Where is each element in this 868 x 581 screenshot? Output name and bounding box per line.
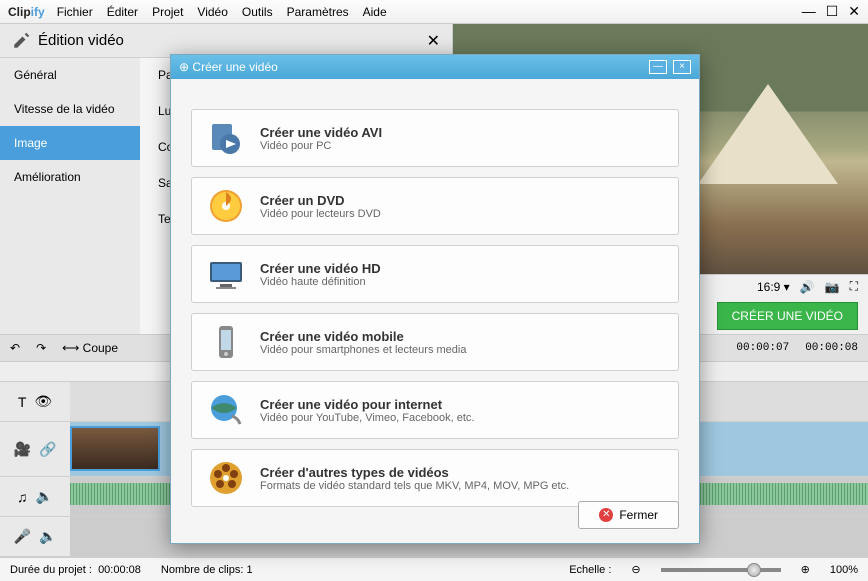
export-option-dvd[interactable]: Créer un DVDVidéo pour lecteurs DVD — [191, 177, 679, 235]
app-logo: Clipify — [8, 5, 45, 19]
edit-panel-close-icon[interactable]: ✕ — [427, 31, 440, 51]
hd-icon — [206, 254, 246, 294]
option-title: Créer un DVD — [260, 193, 381, 208]
menu-fichier[interactable]: Fichier — [57, 5, 93, 19]
preview-content — [698, 84, 838, 184]
reel-icon — [206, 458, 246, 498]
option-desc: Vidéo pour YouTube, Vimeo, Facebook, etc… — [260, 412, 474, 424]
window-close-icon[interactable]: ✕ — [848, 3, 860, 20]
undo-icon[interactable]: ↶ — [10, 341, 20, 355]
close-label: Fermer — [619, 508, 658, 522]
video-track-icon[interactable]: 🎥 — [14, 441, 31, 458]
video-clip[interactable] — [70, 426, 160, 471]
dialog-icon: ⊕ — [179, 60, 189, 74]
tab-amelioration[interactable]: Amélioration — [0, 160, 140, 194]
text-track-icon[interactable]: T — [18, 394, 27, 410]
zoom-percent: 100% — [830, 564, 858, 576]
fullscreen-icon[interactable]: ⛶ — [850, 279, 858, 294]
create-video-button[interactable]: CRÉER UNE VIDÉO — [717, 302, 858, 330]
option-title: Créer une vidéo HD — [260, 261, 381, 276]
export-option-hd[interactable]: Créer une vidéo HDVidéo haute définition — [191, 245, 679, 303]
visibility-icon[interactable]: 👁 — [34, 393, 52, 410]
menu-parametres[interactable]: Paramètres — [287, 5, 349, 19]
avi-icon — [206, 118, 246, 158]
menu-aide[interactable]: Aide — [363, 5, 387, 19]
option-desc: Vidéo haute définition — [260, 276, 381, 288]
snapshot-icon[interactable]: 📷 — [825, 280, 840, 294]
option-title: Créer une vidéo pour internet — [260, 397, 474, 412]
menu-video[interactable]: Vidéo — [197, 5, 227, 19]
option-title: Créer une vidéo AVI — [260, 125, 382, 140]
dvd-icon — [206, 186, 246, 226]
export-option-web[interactable]: Créer une vidéo pour internetVidéo pour … — [191, 381, 679, 439]
aspect-ratio-label[interactable]: 16:9 ▾ — [757, 280, 790, 294]
option-desc: Vidéo pour lecteurs DVD — [260, 208, 381, 220]
timecode-left: 00:00:07 — [736, 342, 789, 354]
option-title: Créer d'autres types de vidéos — [260, 465, 569, 480]
mobile-icon — [206, 322, 246, 362]
option-title: Créer une vidéo mobile — [260, 329, 466, 344]
link-icon[interactable]: 🔗 — [39, 441, 56, 458]
mute-icon[interactable]: 🔈 — [36, 488, 53, 505]
web-icon — [206, 390, 246, 430]
option-desc: Formats de vidéo standard tels que MKV, … — [260, 480, 569, 492]
dialog-minimize-icon[interactable]: — — [649, 60, 667, 74]
option-desc: Vidéo pour smartphones et lecteurs media — [260, 344, 466, 356]
window-minimize-icon[interactable]: — — [802, 3, 816, 20]
create-video-dialog: ⊕ Créer une vidéo — × Créer une vidéo AV… — [170, 54, 700, 544]
tab-image[interactable]: Image — [0, 126, 140, 160]
dialog-close-icon[interactable]: × — [673, 60, 691, 74]
export-option-mobile[interactable]: Créer une vidéo mobileVidéo pour smartph… — [191, 313, 679, 371]
mic-track-icon[interactable]: 🎤 — [14, 528, 31, 545]
dialog-close-button[interactable]: ✕ Fermer — [578, 501, 679, 529]
tab-vitesse[interactable]: Vitesse de la vidéo — [0, 92, 140, 126]
volume-icon[interactable]: 🔊 — [800, 280, 815, 294]
redo-icon[interactable]: ↷ — [36, 341, 46, 355]
option-desc: Vidéo pour PC — [260, 140, 382, 152]
cut-tool[interactable]: ⟷ Coupe — [62, 341, 118, 355]
menubar: Clipify Fichier Éditer Projet Vidéo Outi… — [0, 0, 868, 24]
edit-icon — [12, 32, 30, 50]
menu-editer[interactable]: Éditer — [107, 5, 138, 19]
menu-projet[interactable]: Projet — [152, 5, 183, 19]
scale-label: Echelle : — [569, 564, 611, 576]
tab-general[interactable]: Général — [0, 58, 140, 92]
close-circle-icon: ✕ — [599, 508, 613, 522]
window-maximize-icon[interactable]: ☐ — [826, 3, 839, 20]
music-track-icon[interactable]: ♫ — [17, 489, 28, 505]
menu-outils[interactable]: Outils — [242, 5, 273, 19]
edit-side-tabs: Général Vitesse de la vidéo Image Amélio… — [0, 58, 140, 334]
timecode-right: 00:00:08 — [805, 342, 858, 354]
dialog-title: Créer une vidéo — [192, 60, 649, 74]
export-option-avi[interactable]: Créer une vidéo AVIVidéo pour PC — [191, 109, 679, 167]
project-duration: Durée du projet : 00:00:08 — [10, 564, 141, 576]
clip-count: Nombre de clips: 1 — [161, 564, 253, 576]
export-option-reel[interactable]: Créer d'autres types de vidéosFormats de… — [191, 449, 679, 507]
zoom-slider[interactable] — [661, 568, 781, 572]
statusbar: Durée du projet : 00:00:08 Nombre de cli… — [0, 557, 868, 581]
dialog-titlebar[interactable]: ⊕ Créer une vidéo — × — [171, 55, 699, 79]
edit-panel-title: Édition vidéo — [38, 32, 427, 49]
mute-icon[interactable]: 🔈 — [39, 528, 56, 545]
